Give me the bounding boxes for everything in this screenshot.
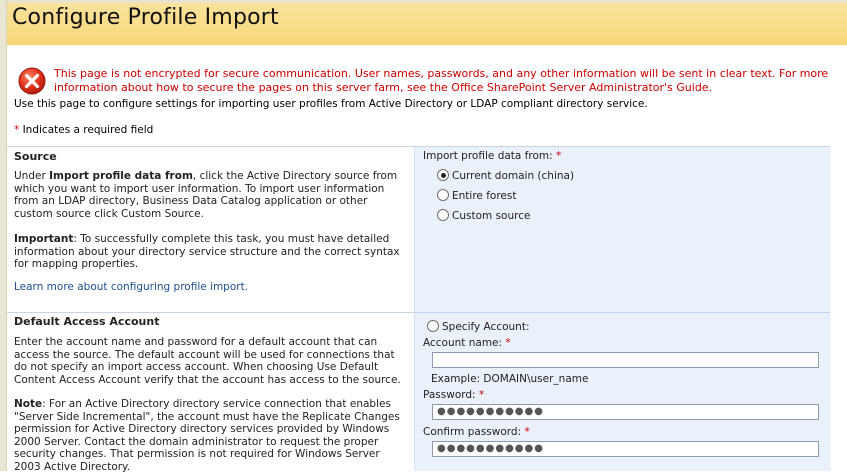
password-input[interactable]: ●●●●●●●●●●●	[432, 404, 819, 420]
account-name-input[interactable]	[432, 352, 819, 368]
page-description: Use this page to configure settings for …	[14, 98, 648, 110]
access-description: Enter the account name and password for …	[14, 336, 401, 386]
left-edge-bar	[0, 0, 7, 471]
learn-more-link[interactable]: Learn more about configuring profile imp…	[14, 281, 248, 293]
radio-entire-forest[interactable]	[437, 189, 449, 201]
source-description: Under Import profile data from, click th…	[14, 170, 398, 220]
radio-current-domain-label[interactable]: Current domain (china)	[452, 170, 574, 182]
required-field-note: * Indicates a required field	[14, 124, 154, 136]
specify-account-label[interactable]: Specify Account:	[442, 321, 529, 333]
password-label: Password: *	[423, 389, 485, 401]
radio-specify-account[interactable]	[427, 320, 439, 332]
error-icon	[17, 66, 47, 96]
access-section-title: Default Access Account	[14, 315, 160, 328]
import-from-label: Import profile data from: *	[423, 150, 562, 162]
radio-custom-source-label[interactable]: Custom source	[452, 210, 530, 222]
security-warning-text: This page is not encrypted for secure co…	[54, 67, 829, 94]
account-example-text: Example: DOMAIN\user_name	[431, 373, 589, 385]
account-name-label: Account name: *	[423, 337, 511, 349]
access-note: Note: For an Active Directory directory …	[14, 398, 400, 473]
title-top-strip	[7, 0, 847, 3]
radio-entire-forest-label[interactable]: Entire forest	[452, 190, 516, 202]
radio-current-domain[interactable]	[437, 169, 449, 181]
source-section-title: Source	[14, 150, 57, 163]
radio-custom-source[interactable]	[437, 209, 449, 221]
title-band: Configure Profile Import	[7, 0, 847, 45]
confirm-password-input[interactable]: ●●●●●●●●●●●	[432, 441, 819, 457]
confirm-password-label: Confirm password: *	[423, 426, 530, 438]
page-title: Configure Profile Import	[12, 5, 279, 30]
source-important-note: Important: To successfully complete this…	[14, 233, 400, 270]
